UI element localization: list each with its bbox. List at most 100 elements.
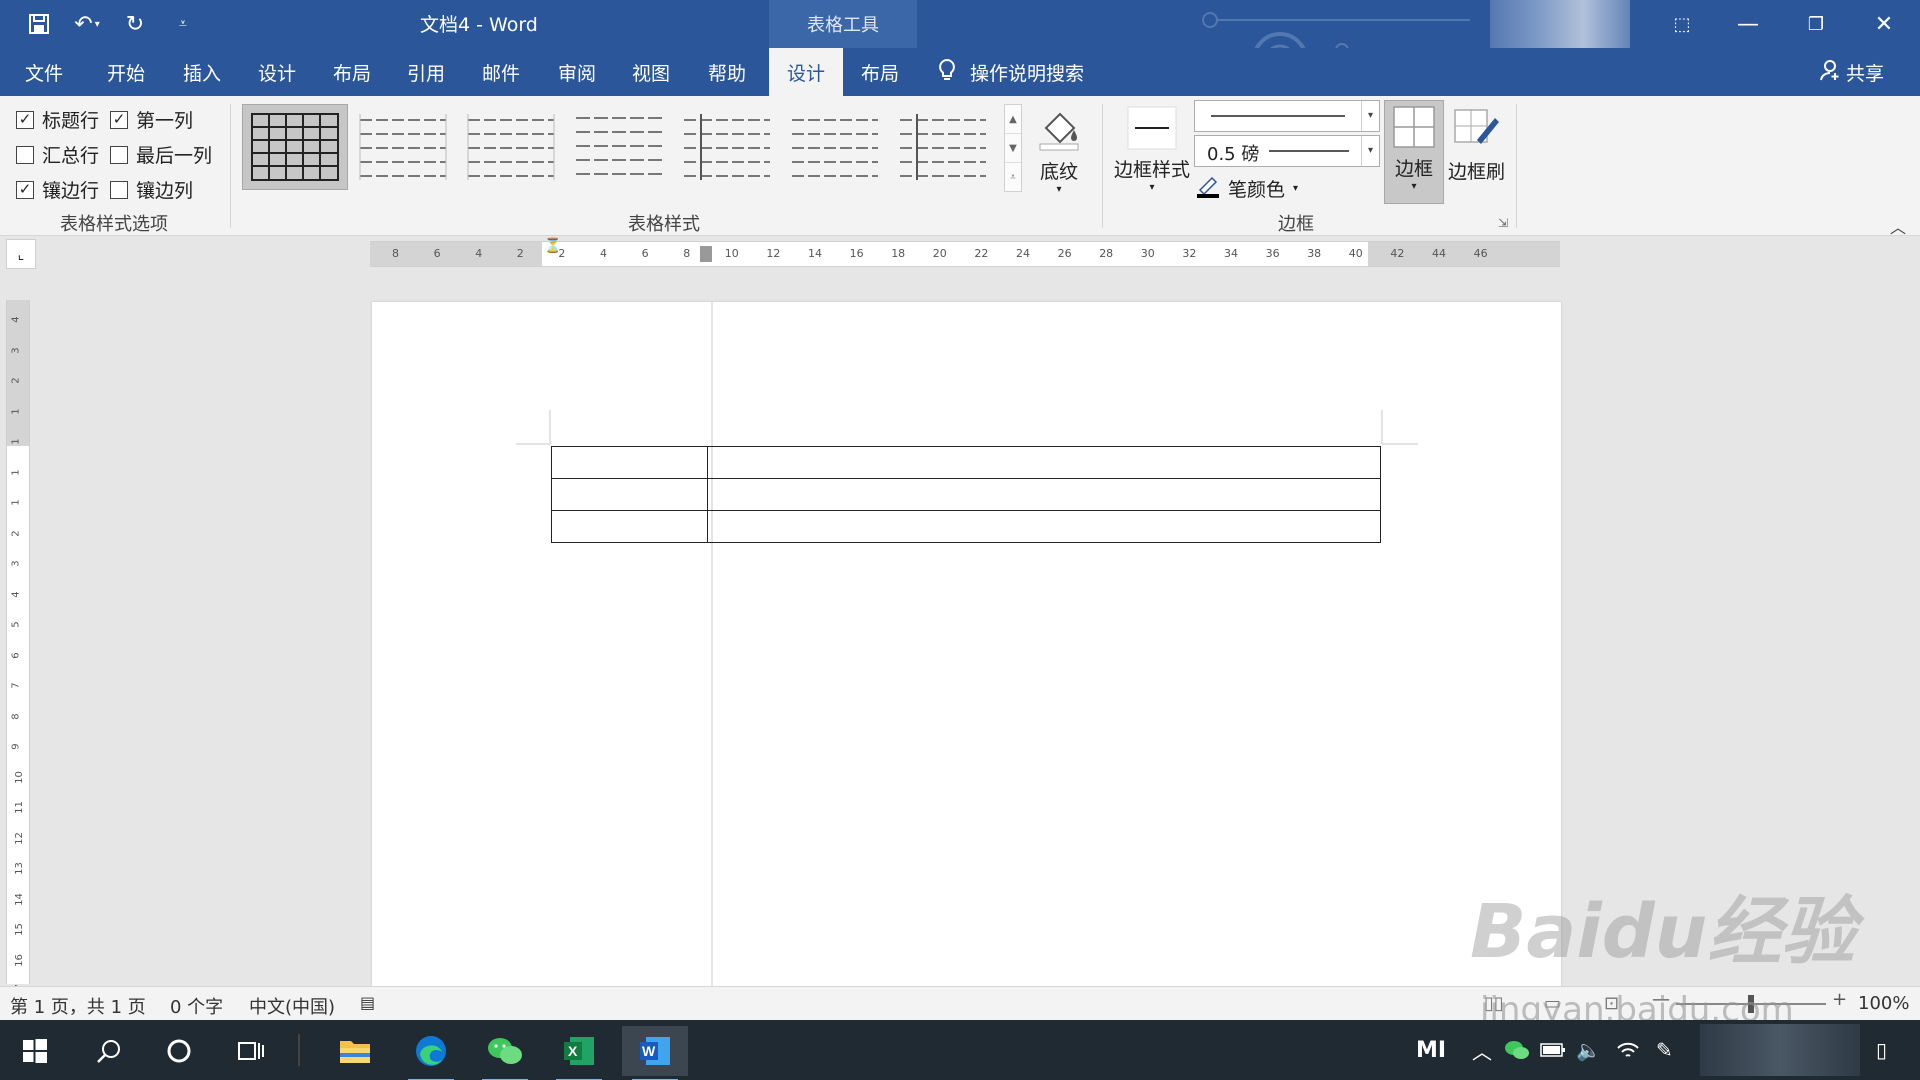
table-style-plain-4[interactable] (674, 104, 780, 190)
minimize-button[interactable]: — (1714, 0, 1782, 48)
zoom-in-icon[interactable]: + (1832, 989, 1847, 1010)
save-icon[interactable] (22, 8, 56, 40)
table-style-plain-1[interactable] (350, 104, 456, 190)
tab-help[interactable]: 帮助 (695, 48, 759, 96)
restore-button[interactable]: ❐ (1782, 0, 1850, 48)
notifications-icon[interactable]: ▯ (1876, 1020, 1887, 1080)
battery-icon[interactable] (1540, 1020, 1566, 1080)
tab-review[interactable]: 审阅 (545, 48, 609, 96)
ruler-tick-label: 13 (13, 862, 25, 875)
zoom-level[interactable]: 100% (1858, 993, 1909, 1014)
customize-qat-icon[interactable]: ⩡ (166, 8, 200, 40)
file-explorer-icon[interactable] (322, 1026, 388, 1076)
checkbox-checked-icon: ✓ (16, 110, 34, 129)
horizontal-ruler[interactable]: ⏳ 8 6 4 2 2 4 6 8 10 12 14 16 18 20 22 24 26 28 30 32 34 36 38… (370, 238, 1560, 267)
table-style-plain-5[interactable] (782, 104, 888, 190)
ruler-tick-label: 22 (974, 247, 989, 260)
border-styles-button[interactable]: 边框样式 ▾ (1114, 106, 1190, 193)
wifi-icon[interactable] (1616, 1020, 1640, 1080)
tab-home[interactable]: 开始 (94, 48, 158, 96)
share-button[interactable]: 共享 (1820, 48, 1884, 96)
page-count[interactable]: 第 1 页，共 1 页 (10, 993, 146, 1019)
pen-workspace-icon[interactable]: ✎ (1656, 1020, 1673, 1080)
svg-text:W: W (642, 1043, 656, 1059)
gallery-scroll-down-icon[interactable]: ▼ (1005, 134, 1021, 163)
border-painter-button[interactable]: 边框刷 (1448, 104, 1505, 184)
table-style-plain-6[interactable] (890, 104, 996, 190)
checkbox-header-row[interactable]: ✓ 标题行 (16, 106, 99, 133)
dropdown-arrow-icon: ▾ (1361, 101, 1379, 131)
taskbar-separator (298, 1034, 300, 1066)
shading-button[interactable]: 底纹 ▾ (1036, 106, 1082, 195)
gallery-more-icon[interactable]: ⩡ (1005, 163, 1021, 192)
tab-table-design[interactable]: 设计 (769, 48, 843, 96)
tab-references[interactable]: 引用 (394, 48, 458, 96)
task-view-icon[interactable] (218, 1026, 284, 1076)
table-style-plain-2[interactable] (458, 104, 564, 190)
tab-view[interactable]: 视图 (619, 48, 683, 96)
column-marker-icon[interactable] (700, 246, 712, 262)
tab-file[interactable]: 文件 (12, 48, 76, 96)
wechat-icon[interactable] (472, 1026, 538, 1080)
pen-color-button[interactable]: 笔颜色 ▾ (1196, 174, 1298, 203)
tab-layout[interactable]: 布局 (320, 48, 384, 96)
wechat-tray-icon[interactable] (1504, 1020, 1530, 1080)
pen-color-label: 笔颜色 (1228, 179, 1286, 201)
vertical-ruler[interactable]: 4321111234567891011121314151617 (6, 300, 30, 997)
table-cell[interactable] (707, 510, 1381, 543)
ribbon-display-options-icon[interactable]: ⬚ (1648, 0, 1716, 48)
checkbox-total-row[interactable]: 汇总行 (16, 141, 99, 168)
checkbox-unchecked-icon (16, 145, 34, 164)
dialog-launcher-icon[interactable]: ⇲ (1498, 216, 1508, 230)
ruler-tick-label: 1 (10, 407, 22, 415)
accessibility-icon[interactable]: ▤ (360, 993, 375, 1012)
excel-icon[interactable]: X (546, 1026, 612, 1080)
tab-insert[interactable]: 插入 (170, 48, 234, 96)
person-icon (1820, 59, 1840, 86)
border-painter-icon (1453, 104, 1501, 157)
close-button[interactable]: ✕ (1850, 0, 1918, 48)
cortana-icon[interactable] (146, 1026, 212, 1076)
ruler-tick-label: 40 (1348, 247, 1363, 260)
volume-icon[interactable]: 🔈 (1576, 1020, 1601, 1080)
gallery-scroll-up-icon[interactable]: ▲ (1005, 105, 1021, 134)
ruler-tick-label: 2 (558, 247, 566, 260)
table-cell[interactable] (551, 478, 708, 511)
ruler-tick-label: 4 (475, 247, 483, 260)
search-icon[interactable] (76, 1026, 142, 1076)
checkbox-banded-columns[interactable]: 镶边列 (110, 176, 193, 203)
line-style-dropdown[interactable]: ▾ (1194, 100, 1380, 132)
show-hidden-icons-icon[interactable]: ︿ (1472, 1020, 1492, 1080)
clock-area[interactable] (1700, 1024, 1860, 1076)
language-indicator[interactable]: 中文(中国) (249, 993, 335, 1019)
redo-icon[interactable]: ↻ (118, 8, 152, 40)
tell-me-search[interactable]: 操作说明搜索 (938, 48, 1084, 96)
word-count[interactable]: 0 个字 (170, 993, 223, 1019)
document-table[interactable] (551, 446, 1381, 543)
tab-table-layout[interactable]: 布局 (846, 48, 914, 96)
table-cell[interactable] (707, 478, 1381, 511)
undo-icon[interactable]: ↶ ▾ (70, 8, 104, 40)
windows-start-icon[interactable] (2, 1026, 68, 1076)
ruler-tick-label: 4 (10, 316, 22, 323)
collapse-ribbon-icon[interactable]: ︿ (1890, 214, 1906, 238)
tab-design[interactable]: 设计 (245, 48, 309, 96)
checkbox-first-column[interactable]: ✓ 第一列 (110, 106, 193, 133)
mi-brand-icon[interactable]: MI (1416, 1020, 1446, 1080)
table-style-plain-3[interactable] (566, 104, 672, 190)
word-icon[interactable]: W (622, 1026, 688, 1080)
tab-mailings[interactable]: 邮件 (469, 48, 533, 96)
borders-button[interactable]: 边框 ▾ (1384, 100, 1444, 204)
table-style-grid[interactable] (242, 104, 348, 190)
checkbox-last-column[interactable]: 最后一列 (110, 141, 212, 168)
user-account-avatar[interactable] (1490, 0, 1630, 48)
document-page[interactable] (372, 302, 1561, 986)
pen-weight-dropdown[interactable]: 0.5 磅 ▾ (1194, 135, 1380, 167)
ruler-tick-label: 1 (10, 438, 22, 445)
table-cell[interactable] (551, 510, 708, 543)
checkbox-banded-rows[interactable]: ✓ 镶边行 (16, 176, 99, 203)
table-cell[interactable] (551, 446, 708, 479)
tab-selector-icon[interactable]: ⌞ (6, 239, 36, 269)
edge-icon[interactable] (398, 1026, 464, 1080)
table-cell[interactable] (707, 446, 1381, 479)
